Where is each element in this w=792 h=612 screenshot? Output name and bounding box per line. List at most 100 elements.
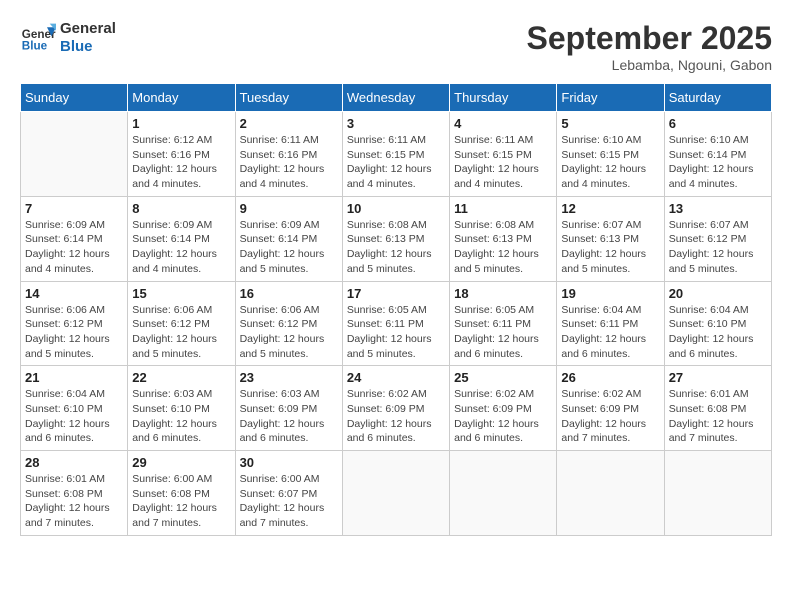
day-info: Sunrise: 6:11 AM Sunset: 6:15 PM Dayligh…: [347, 133, 445, 192]
calendar-cell: 12 Sunrise: 6:07 AM Sunset: 6:13 PM Dayli…: [557, 196, 664, 281]
logo: General Blue General Blue: [20, 20, 116, 56]
day-number: 10: [347, 201, 445, 216]
day-number: 30: [240, 455, 338, 470]
weekday-header-saturday: Saturday: [664, 84, 771, 112]
day-info: Sunrise: 6:01 AM Sunset: 6:08 PM Dayligh…: [669, 387, 767, 446]
day-info: Sunrise: 6:10 AM Sunset: 6:15 PM Dayligh…: [561, 133, 659, 192]
day-info: Sunrise: 6:04 AM Sunset: 6:10 PM Dayligh…: [25, 387, 123, 446]
logo-blue-text: Blue: [60, 38, 116, 56]
day-info: Sunrise: 6:08 AM Sunset: 6:13 PM Dayligh…: [454, 218, 552, 277]
calendar-cell: 15 Sunrise: 6:06 AM Sunset: 6:12 PM Dayli…: [128, 281, 235, 366]
day-number: 24: [347, 370, 445, 385]
day-info: Sunrise: 6:02 AM Sunset: 6:09 PM Dayligh…: [561, 387, 659, 446]
day-info: Sunrise: 6:04 AM Sunset: 6:10 PM Dayligh…: [669, 303, 767, 362]
calendar-cell: 16Sunrise: 6:06 AM Sunset: 6:12 PM Dayli…: [235, 281, 342, 366]
weekday-header-monday: Monday: [128, 84, 235, 112]
day-number: 12: [561, 201, 659, 216]
day-number: 8: [132, 201, 230, 216]
day-number: 3: [347, 116, 445, 131]
calendar-cell: 21Sunrise: 6:04 AM Sunset: 6:10 PM Dayli…: [21, 366, 128, 451]
day-number: 9: [240, 201, 338, 216]
day-info: Sunrise: 6:01 AM Sunset: 6:08 PM Dayligh…: [25, 472, 123, 531]
day-number: 17: [347, 286, 445, 301]
day-info: Sunrise: 6:11 AM Sunset: 6:16 PM Dayligh…: [240, 133, 338, 192]
calendar-cell: 24 Sunrise: 6:02 AM Sunset: 6:09 PM Dayli…: [342, 366, 449, 451]
day-info: Sunrise: 6:07 AM Sunset: 6:12 PM Dayligh…: [669, 218, 767, 277]
day-number: 18: [454, 286, 552, 301]
day-number: 29: [132, 455, 230, 470]
day-info: Sunrise: 6:03 AM Sunset: 6:10 PM Dayligh…: [132, 387, 230, 446]
calendar-cell: 4 Sunrise: 6:11 AM Sunset: 6:15 PM Daylig…: [450, 112, 557, 197]
svg-text:Blue: Blue: [22, 40, 48, 53]
calendar-cell: [21, 112, 128, 197]
calendar-cell: 9Sunrise: 6:09 AM Sunset: 6:14 PM Daylig…: [235, 196, 342, 281]
day-info: Sunrise: 6:02 AM Sunset: 6:09 PM Dayligh…: [454, 387, 552, 446]
calendar-cell: 8 Sunrise: 6:09 AM Sunset: 6:14 PM Daylig…: [128, 196, 235, 281]
calendar-cell: 20 Sunrise: 6:04 AM Sunset: 6:10 PM Dayli…: [664, 281, 771, 366]
calendar-week-row: 1Sunrise: 6:12 AM Sunset: 6:16 PM Daylig…: [21, 112, 772, 197]
calendar-cell: 10Sunrise: 6:08 AM Sunset: 6:13 PM Dayli…: [342, 196, 449, 281]
calendar-cell: 2 Sunrise: 6:11 AM Sunset: 6:16 PM Daylig…: [235, 112, 342, 197]
day-number: 19: [561, 286, 659, 301]
day-number: 1: [132, 116, 230, 131]
day-number: 26: [561, 370, 659, 385]
calendar-cell: 26 Sunrise: 6:02 AM Sunset: 6:09 PM Dayli…: [557, 366, 664, 451]
day-number: 11: [454, 201, 552, 216]
day-number: 15: [132, 286, 230, 301]
month-title: September 2025: [527, 20, 772, 57]
day-info: Sunrise: 6:00 AM Sunset: 6:08 PM Dayligh…: [132, 472, 230, 531]
calendar-cell: 27 Sunrise: 6:01 AM Sunset: 6:08 PM Dayli…: [664, 366, 771, 451]
day-number: 28: [25, 455, 123, 470]
day-info: Sunrise: 6:04 AM Sunset: 6:11 PM Dayligh…: [561, 303, 659, 362]
day-number: 16: [240, 286, 338, 301]
day-number: 6: [669, 116, 767, 131]
day-number: 20: [669, 286, 767, 301]
day-info: Sunrise: 6:09 AM Sunset: 6:14 PM Dayligh…: [25, 218, 123, 277]
calendar-cell: [450, 451, 557, 536]
day-number: 25: [454, 370, 552, 385]
calendar-cell: 1Sunrise: 6:12 AM Sunset: 6:16 PM Daylig…: [128, 112, 235, 197]
calendar-cell: 3 Sunrise: 6:11 AM Sunset: 6:15 PM Daylig…: [342, 112, 449, 197]
weekday-header-friday: Friday: [557, 84, 664, 112]
calendar-cell: 17 Sunrise: 6:05 AM Sunset: 6:11 PM Dayli…: [342, 281, 449, 366]
day-info: Sunrise: 6:11 AM Sunset: 6:15 PM Dayligh…: [454, 133, 552, 192]
calendar-cell: 25 Sunrise: 6:02 AM Sunset: 6:09 PM Dayli…: [450, 366, 557, 451]
day-number: 23: [240, 370, 338, 385]
calendar-cell: 22 Sunrise: 6:03 AM Sunset: 6:10 PM Dayli…: [128, 366, 235, 451]
calendar-cell: [664, 451, 771, 536]
day-number: 13: [669, 201, 767, 216]
calendar-week-row: 7 Sunrise: 6:09 AM Sunset: 6:14 PM Daylig…: [21, 196, 772, 281]
day-info: Sunrise: 6:07 AM Sunset: 6:13 PM Dayligh…: [561, 218, 659, 277]
logo-general-text: General: [60, 20, 116, 38]
calendar-table: SundayMondayTuesdayWednesdayThursdayFrid…: [20, 83, 772, 536]
day-number: 22: [132, 370, 230, 385]
calendar-cell: 19 Sunrise: 6:04 AM Sunset: 6:11 PM Dayli…: [557, 281, 664, 366]
day-number: 14: [25, 286, 123, 301]
calendar-week-row: 21Sunrise: 6:04 AM Sunset: 6:10 PM Dayli…: [21, 366, 772, 451]
calendar-cell: 28 Sunrise: 6:01 AM Sunset: 6:08 PM Dayli…: [21, 451, 128, 536]
day-info: Sunrise: 6:05 AM Sunset: 6:11 PM Dayligh…: [347, 303, 445, 362]
title-block: September 2025 Lebamba, Ngouni, Gabon: [527, 20, 772, 73]
day-number: 2: [240, 116, 338, 131]
day-info: Sunrise: 6:03 AM Sunset: 6:09 PM Dayligh…: [240, 387, 338, 446]
day-info: Sunrise: 6:05 AM Sunset: 6:11 PM Dayligh…: [454, 303, 552, 362]
weekday-header-sunday: Sunday: [21, 84, 128, 112]
calendar-cell: 29 Sunrise: 6:00 AM Sunset: 6:08 PM Dayli…: [128, 451, 235, 536]
day-info: Sunrise: 6:02 AM Sunset: 6:09 PM Dayligh…: [347, 387, 445, 446]
day-number: 27: [669, 370, 767, 385]
day-info: Sunrise: 6:09 AM Sunset: 6:14 PM Dayligh…: [132, 218, 230, 277]
day-number: 4: [454, 116, 552, 131]
calendar-week-row: 14 Sunrise: 6:06 AM Sunset: 6:12 PM Dayli…: [21, 281, 772, 366]
calendar-cell: [557, 451, 664, 536]
calendar-cell: 13 Sunrise: 6:07 AM Sunset: 6:12 PM Dayli…: [664, 196, 771, 281]
calendar-cell: 14Sunrise: 6:06 AM Sunset: 6:12 PM Dayli…: [21, 281, 128, 366]
page-header: General Blue General Blue September 2025…: [20, 20, 772, 73]
day-info: Sunrise: 6:06 AM Sunset: 6:12 PM Dayligh…: [132, 303, 230, 362]
location-title: Lebamba, Ngouni, Gabon: [527, 57, 772, 73]
day-number: 7: [25, 201, 123, 216]
day-info: Sunrise: 6:00 AM Sunset: 6:07 PM Dayligh…: [240, 472, 338, 531]
calendar-cell: 6Sunrise: 6:10 AM Sunset: 6:14 PM Daylig…: [664, 112, 771, 197]
calendar-cell: 23 Sunrise: 6:03 AM Sunset: 6:09 PM Dayli…: [235, 366, 342, 451]
calendar-cell: 30 Sunrise: 6:00 AM Sunset: 6:07 PM Dayli…: [235, 451, 342, 536]
calendar-cell: [342, 451, 449, 536]
